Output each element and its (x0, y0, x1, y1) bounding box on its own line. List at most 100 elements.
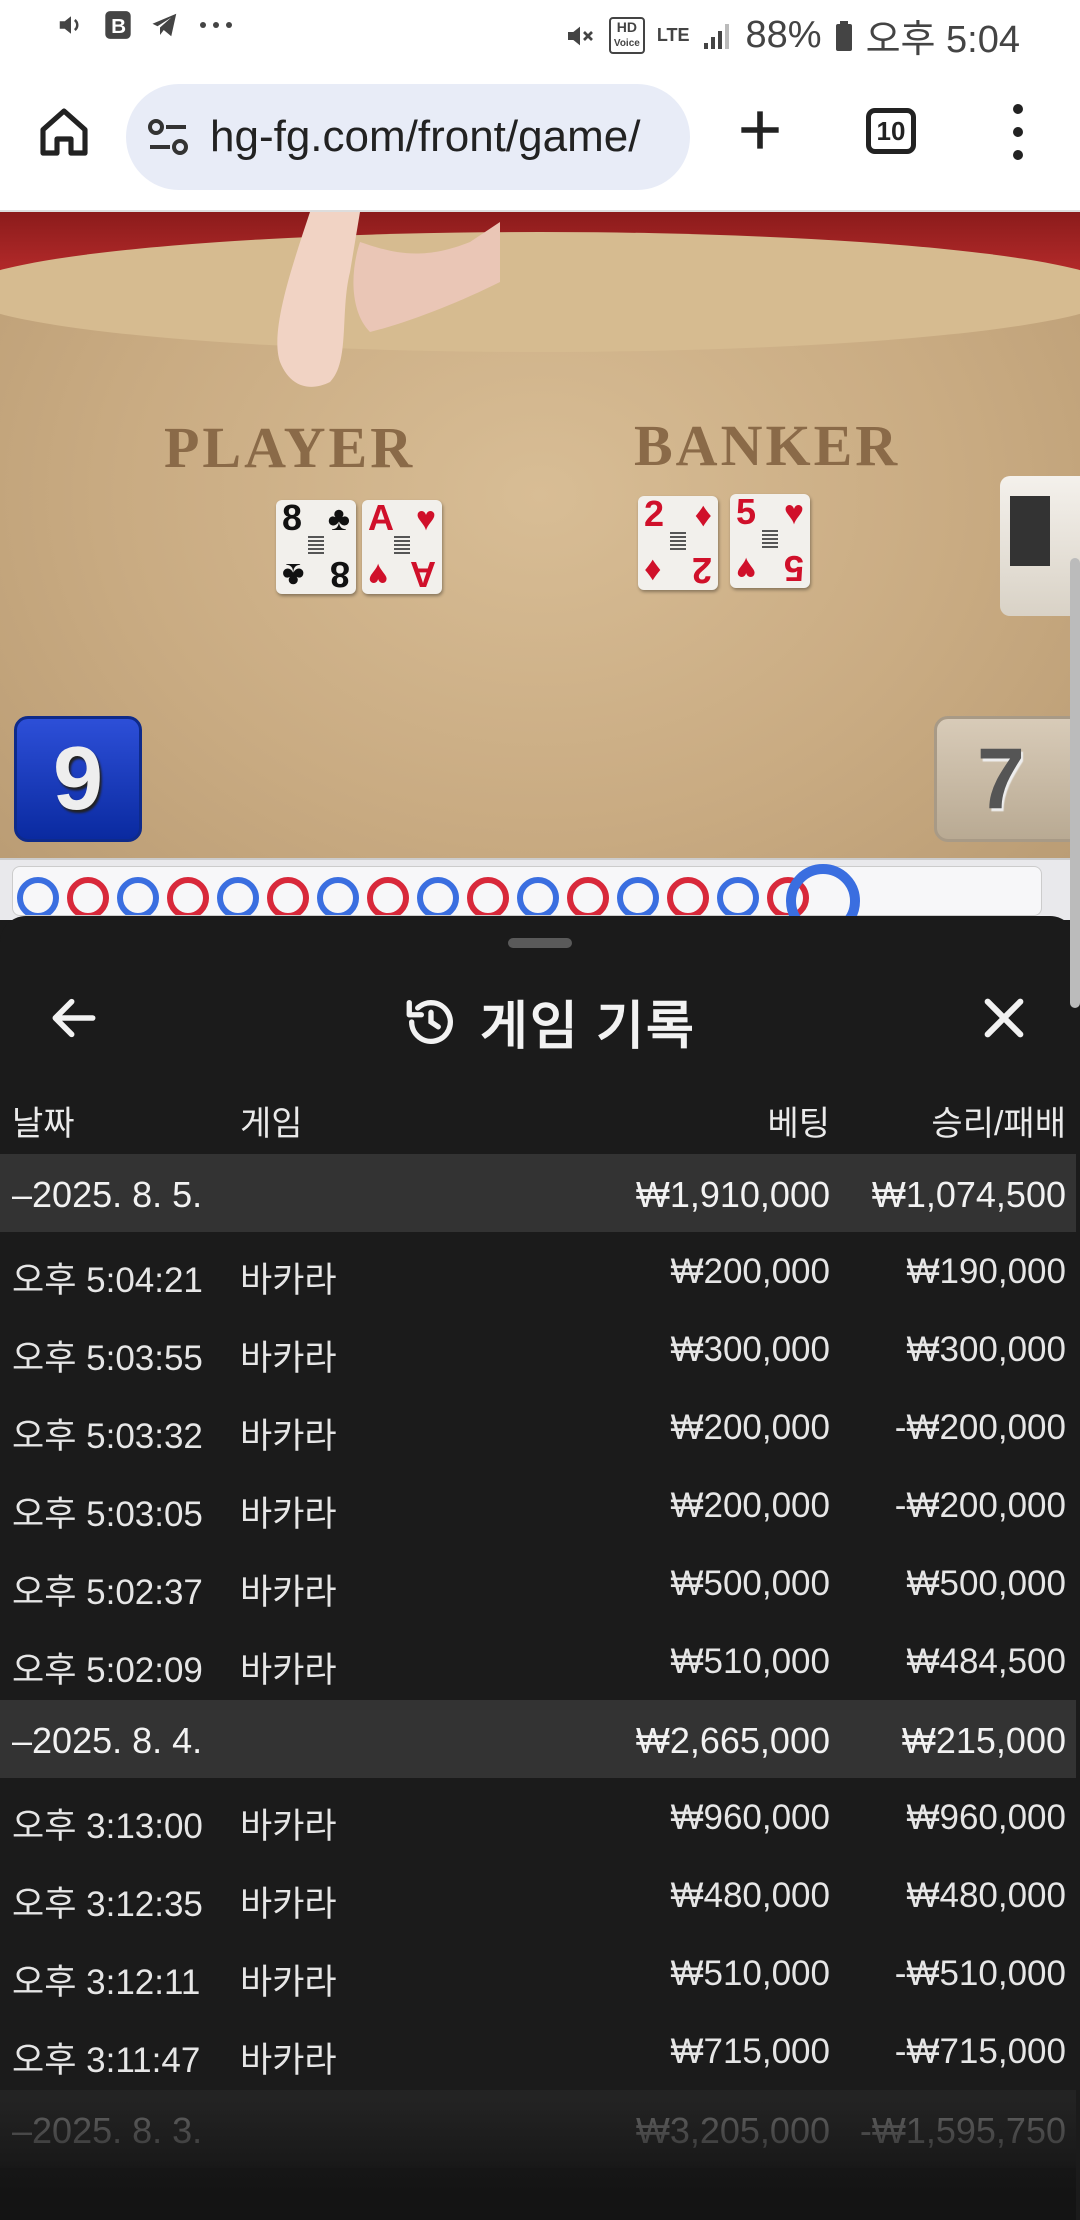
player-bead (717, 877, 759, 915)
history-row[interactable]: 오후 3:12:35 바카라 ₩480,000 ₩480,000 (0, 1856, 1076, 1934)
row-game: 바카라 (240, 2041, 337, 2080)
row-result: -₩200,000 (894, 1486, 1066, 1525)
scrollbar[interactable] (1070, 558, 1080, 1008)
site-settings-icon[interactable] (144, 113, 192, 161)
row-game: 바카라 (240, 1807, 337, 1846)
history-table: –2025. 8. 5. ₩1,910,000 ₩1,074,500 오후 5:04:… (0, 1154, 1076, 2168)
row-bet: ₩510,000 (670, 1954, 830, 1993)
date-group-row[interactable]: –2025. 8. 5. ₩1,910,000 ₩1,074,500 (0, 1154, 1076, 1232)
tab-switcher-button[interactable]: 10 (866, 108, 916, 154)
history-row[interactable]: 오후 3:11:47 바카라 ₩715,000 -₩715,000 (0, 2012, 1076, 2090)
row-time: 오후 5:02:09 (12, 1651, 203, 1690)
back-button[interactable] (46, 990, 102, 1046)
new-tab-button[interactable] (732, 102, 788, 158)
svg-text:B: B (111, 15, 126, 38)
player-label: PLAYER (164, 415, 416, 480)
mute-icon (563, 20, 597, 52)
row-game: 바카라 (240, 1495, 337, 1534)
player-bead (617, 877, 659, 915)
banker-score: 7 (934, 716, 1080, 842)
row-bet: ₩200,000 (670, 1486, 830, 1525)
address-bar[interactable]: hg-fg.com/front/game/ (126, 84, 690, 190)
volume-icon (56, 10, 86, 40)
game-history-sheet: 게임 기록 날짜 게임 베팅 승리/패배 –2025. 8. 5. ₩1,910,… (0, 916, 1076, 2220)
column-result[interactable]: 승리/패배 (931, 1096, 1066, 1145)
history-row[interactable]: 오후 5:02:37 바카라 ₩500,000 ₩500,000 (0, 1544, 1076, 1622)
live-game-video[interactable]: PLAYER BANKER 8 ♣ 8 ♣ A ♥ A ♥ 2 ♦ 2 ♦ 5 … (0, 212, 1080, 920)
notification-icons: B (56, 10, 234, 40)
bead-road (0, 858, 1080, 920)
more-icon (198, 20, 234, 30)
group-date: –2025. 8. 5. (12, 1174, 203, 1215)
history-row[interactable]: 오후 5:02:09 바카라 ₩510,000 ₩484,500 (0, 1622, 1076, 1700)
player-card-2: A ♥ A ♥ (362, 500, 442, 595)
sheet-title-group: 게임 기록 (402, 984, 696, 1059)
group-bet-total: ₩1,910,000 (635, 1174, 830, 1215)
row-result: -₩715,000 (894, 2032, 1066, 2071)
column-game[interactable]: 게임 (240, 1096, 303, 1145)
signal-icon (702, 21, 734, 51)
row-bet: ₩300,000 (670, 1330, 830, 1369)
player-card-1: 8 ♣ 8 ♣ (276, 500, 356, 595)
history-row[interactable]: 오후 5:03:05 바카라 ₩200,000 -₩200,000 (0, 1466, 1076, 1544)
url-text[interactable]: hg-fg.com/front/game/ (210, 112, 680, 162)
row-bet: ₩715,000 (670, 2032, 830, 2071)
sheet-drag-handle[interactable] (508, 938, 572, 948)
banker-bead (667, 877, 709, 915)
home-button[interactable] (36, 104, 92, 160)
history-row[interactable]: 오후 3:12:11 바카라 ₩510,000 -₩510,000 (0, 1934, 1076, 2012)
group-bet-total: ₩2,665,000 (635, 1720, 830, 1761)
sheet-header: 게임 기록 (0, 976, 1076, 1060)
group-date: –2025. 8. 4. (12, 1720, 203, 1761)
row-time: 오후 5:04:21 (12, 1261, 203, 1300)
browser-toolbar: hg-fg.com/front/game/ 10 (0, 62, 1080, 212)
player-bead (317, 877, 359, 915)
row-result: -₩200,000 (894, 1408, 1066, 1447)
row-time: 오후 5:03:05 (12, 1495, 203, 1534)
player-bead (117, 877, 159, 915)
row-bet: ₩500,000 (670, 1564, 830, 1603)
row-result: ₩480,000 (906, 1876, 1066, 1915)
row-game: 바카라 (240, 1651, 337, 1690)
row-time: 오후 3:11:47 (12, 2041, 201, 2080)
group-result-total: ₩1,074,500 (871, 1174, 1066, 1215)
clock: 오후 5:04 (865, 19, 1020, 61)
banker-bead (467, 877, 509, 915)
banker-card-1: 2 ♦ 2 ♦ (638, 496, 718, 591)
table-edge (0, 232, 1080, 352)
player-score: 9 (14, 716, 142, 842)
date-group-row[interactable]: –2025. 8. 4. ₩2,665,000 ₩215,000 (0, 1700, 1076, 1778)
dealer-hands (277, 212, 500, 387)
browser-menu-button[interactable] (1000, 100, 1036, 164)
row-game: 바카라 (240, 1417, 337, 1456)
home-icon (40, 108, 88, 156)
card-shoe (1000, 476, 1080, 616)
history-row[interactable]: 오후 5:03:32 바카라 ₩200,000 -₩200,000 (0, 1388, 1076, 1466)
bottom-fade (0, 2100, 1076, 2220)
menu-dot-icon (1013, 104, 1023, 114)
row-time: 오후 5:03:55 (12, 1339, 203, 1378)
close-button[interactable] (976, 990, 1032, 1046)
close-icon (984, 998, 1024, 1038)
history-row[interactable]: 오후 3:13:00 바카라 ₩960,000 ₩960,000 (0, 1778, 1076, 1856)
row-time: 오후 3:12:11 (12, 1963, 201, 2002)
banker-bead (67, 877, 109, 915)
row-result: ₩484,500 (906, 1642, 1066, 1681)
row-result: -₩510,000 (894, 1954, 1066, 1993)
row-time: 오후 5:03:32 (12, 1417, 203, 1456)
banker-bead (567, 877, 609, 915)
column-date[interactable]: 날짜 (12, 1096, 75, 1145)
lte-icon: LTE (656, 25, 690, 45)
battery-percent: 88% (745, 14, 822, 56)
history-row[interactable]: 오후 5:04:21 바카라 ₩200,000 ₩190,000 (0, 1232, 1076, 1310)
hd-voice-icon: HD Voice (608, 17, 645, 54)
group-result-total: ₩215,000 (901, 1720, 1066, 1761)
history-row[interactable]: 오후 5:03:55 바카라 ₩300,000 ₩300,000 (0, 1310, 1076, 1388)
menu-dot-icon (1013, 127, 1023, 137)
sheet-title: 게임 기록 (480, 998, 696, 1056)
column-bet[interactable]: 베팅 (767, 1096, 830, 1145)
row-bet: ₩200,000 (670, 1252, 830, 1291)
battery-icon (834, 20, 854, 52)
banker-bead (367, 877, 409, 915)
row-bet: ₩510,000 (670, 1642, 830, 1681)
